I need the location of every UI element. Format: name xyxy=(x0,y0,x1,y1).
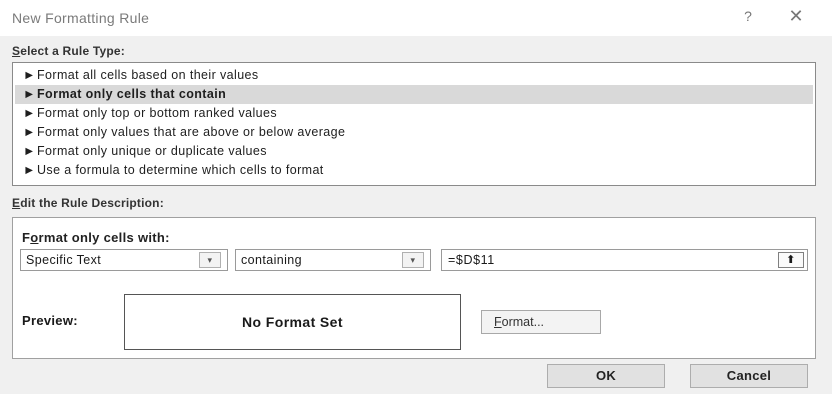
chevron-down-icon[interactable]: ▾ xyxy=(402,252,424,268)
collapse-dialog-icon[interactable]: ⬆ xyxy=(778,252,804,268)
ok-button[interactable]: OK xyxy=(547,364,665,388)
rule-type-item[interactable]: ►Use a formula to determine which cells … xyxy=(15,161,813,180)
condition-type-select[interactable]: Specific Text ▾ xyxy=(20,249,228,271)
preview-label: Preview: xyxy=(22,313,78,328)
rule-type-item[interactable]: ►Format all cells based on their values xyxy=(15,66,813,85)
arrow-icon: ► xyxy=(23,106,36,120)
arrow-icon: ► xyxy=(23,144,36,158)
new-formatting-rule-dialog: New Formatting Rule ? ✕ Select a Rule Ty… xyxy=(0,0,832,394)
help-button[interactable]: ? xyxy=(736,8,760,28)
cancel-button[interactable]: Cancel xyxy=(690,364,808,388)
format-only-cells-with-label: Format only cells with: xyxy=(22,230,170,245)
close-icon[interactable]: ✕ xyxy=(782,6,810,30)
value-input[interactable]: =$D$11 ⬆ xyxy=(441,249,808,271)
operator-value: containing xyxy=(241,253,302,267)
value-text: =$D$11 xyxy=(448,253,495,267)
rule-type-item[interactable]: ►Format only top or bottom ranked values xyxy=(15,104,813,123)
condition-type-value: Specific Text xyxy=(26,253,102,267)
rule-type-item[interactable]: ►Format only values that are above or be… xyxy=(15,123,813,142)
arrow-icon: ► xyxy=(23,87,36,101)
arrow-icon: ► xyxy=(23,163,36,177)
chevron-down-icon[interactable]: ▾ xyxy=(199,252,221,268)
select-rule-type-label: Select a Rule Type: xyxy=(12,44,125,58)
format-button[interactable]: Format... xyxy=(481,310,601,334)
dialog-title: New Formatting Rule xyxy=(12,10,150,26)
rule-type-item[interactable]: ►Format only unique or duplicate values xyxy=(15,142,813,161)
operator-select[interactable]: containing ▾ xyxy=(235,249,431,271)
rule-description-panel: Format only cells with: Specific Text ▾ … xyxy=(12,217,816,359)
arrow-icon: ► xyxy=(23,125,36,139)
preview-box: No Format Set xyxy=(124,294,461,350)
title-bar: New Formatting Rule ? ✕ xyxy=(0,0,832,36)
rule-type-item-selected[interactable]: ►Format only cells that contain xyxy=(15,85,813,104)
rule-type-list[interactable]: ►Format all cells based on their values … xyxy=(12,62,816,186)
edit-rule-description-label: Edit the Rule Description: xyxy=(12,196,164,210)
arrow-icon: ► xyxy=(23,68,36,82)
